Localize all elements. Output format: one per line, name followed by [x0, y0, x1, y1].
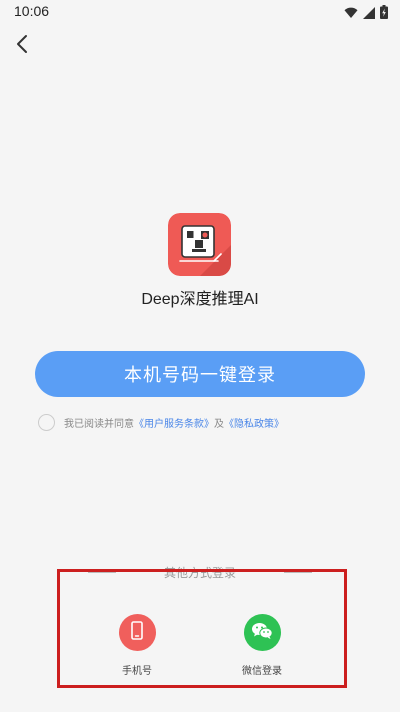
terms-link[interactable]: 《用户服务条款》 — [134, 419, 214, 430]
other-login-header: 其他方式登录 — [0, 563, 400, 581]
app-name: Deep深度推理AI — [141, 291, 259, 308]
agreement-checkbox[interactable] — [38, 413, 55, 431]
phone-login-label: 手机号 — [122, 666, 152, 677]
privacy-link[interactable]: 《隐私政策》 — [224, 419, 284, 430]
phone-login-button[interactable]: 手机号 — [97, 614, 177, 677]
signal-icon — [363, 4, 375, 23]
status-icons — [344, 4, 388, 23]
chevron-left-icon — [15, 34, 29, 58]
phone-icon — [131, 621, 143, 644]
wechat-login-button[interactable]: 微信登录 — [222, 614, 302, 677]
app-logo-icon — [168, 213, 231, 276]
battery-charging-icon — [380, 4, 388, 23]
agreement-text: 我已阅读并同意《用户服务条款》及《隐私政策》 — [64, 415, 284, 430]
wechat-icon — [251, 622, 273, 644]
status-time: 10:06 — [14, 3, 50, 19]
wifi-icon — [344, 4, 358, 23]
agreement-row: 我已阅读并同意《用户服务条款》及《隐私政策》 — [38, 412, 284, 432]
agreement-conjunction: 及 — [214, 418, 224, 430]
divider-right — [284, 571, 312, 573]
wechat-login-circle[interactable] — [243, 614, 281, 651]
phone-login-circle[interactable] — [118, 614, 156, 651]
agreement-prefix: 我已阅读并同意 — [64, 418, 134, 430]
one-tap-login-button[interactable]: 本机号码一键登录 — [35, 351, 365, 397]
status-bar: 10:06 — [0, 0, 400, 24]
divider-left — [87, 571, 116, 573]
login-screen: 10:06 Deep深度推理AI 本机号码一键登录 我已阅读并同意《用户服务条款… — [0, 0, 400, 712]
other-login-title: 其他方式登录 — [163, 565, 236, 580]
wechat-login-label: 微信登录 — [242, 666, 282, 677]
back-button[interactable] — [8, 32, 36, 60]
